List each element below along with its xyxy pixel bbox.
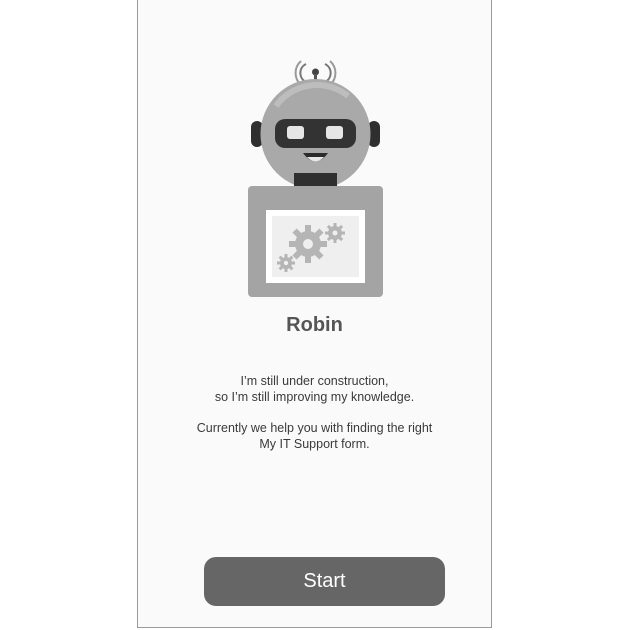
status-line-1: I’m still under construction, [240,374,389,388]
app-screen: Robin I’m still under construction, so I… [137,0,492,628]
status-message: I’m still under construction, so I’m sti… [138,373,491,405]
robot-mascot-icon [248,60,383,297]
help-line-1: Currently we help you with finding the r… [196,421,433,435]
help-message: Currently we help you with finding the r… [138,420,491,452]
bot-name: Robin [286,314,343,336]
start-button[interactable]: Start [204,557,445,606]
status-line-2: so I’m still improving my knowledge. [214,390,415,404]
help-line-2: My IT Support form. [259,437,370,451]
